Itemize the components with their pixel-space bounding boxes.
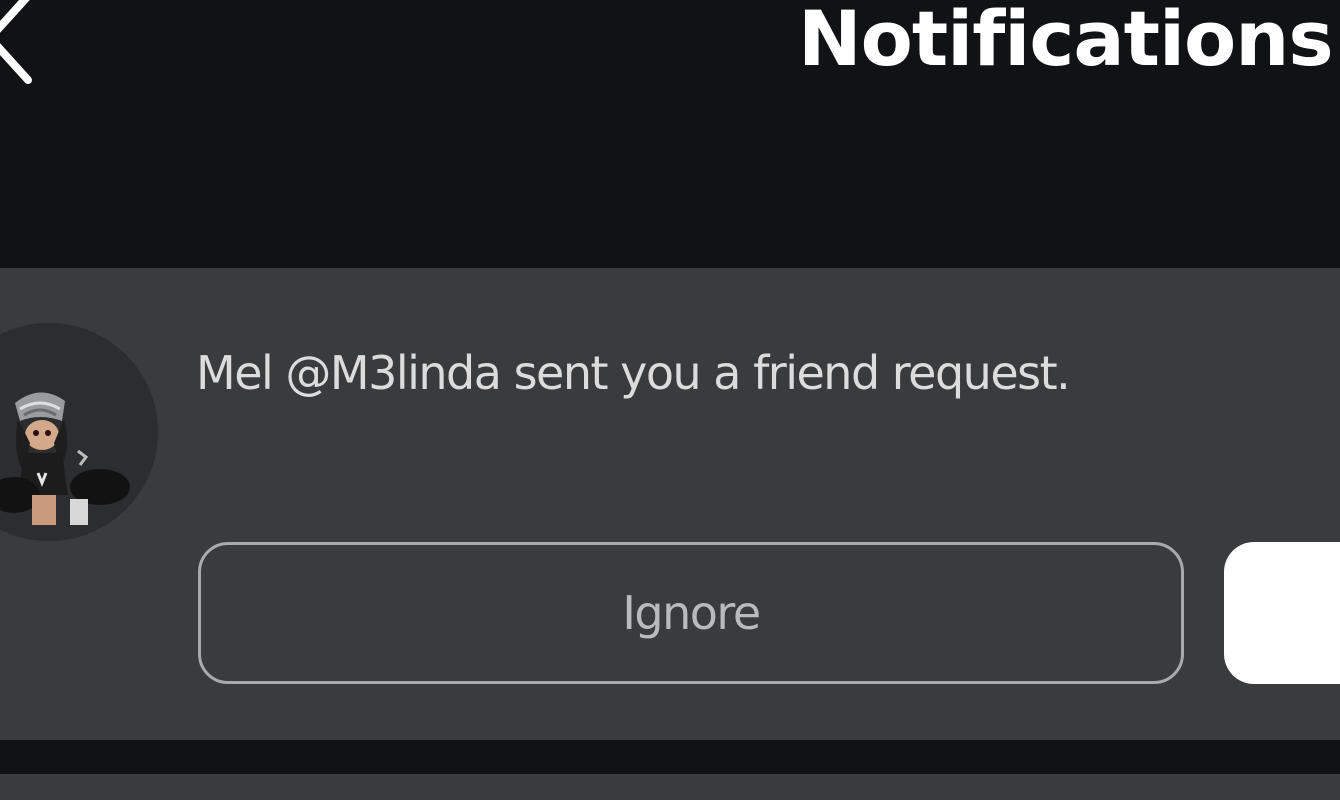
ignore-button-label: Ignore xyxy=(622,586,761,640)
friend-request-notification[interactable]: Mel @M3linda sent you a friend request. … xyxy=(0,268,1340,740)
back-button[interactable] xyxy=(0,0,50,100)
next-notification-card[interactable] xyxy=(0,774,1340,800)
accept-button[interactable] xyxy=(1224,542,1340,684)
notification-message: Mel @M3linda sent you a friend request. xyxy=(196,346,1071,400)
avatar[interactable] xyxy=(0,323,158,541)
avatar-image xyxy=(0,323,158,541)
notifications-screen: Notifications Mel @M3linda sent you a fr… xyxy=(0,0,1340,800)
header-bar: Notifications xyxy=(0,0,1340,268)
notification-divider xyxy=(0,740,1340,774)
chevron-left-icon xyxy=(0,0,32,84)
page-title: Notifications xyxy=(798,0,1334,83)
ignore-button[interactable]: Ignore xyxy=(198,542,1184,684)
